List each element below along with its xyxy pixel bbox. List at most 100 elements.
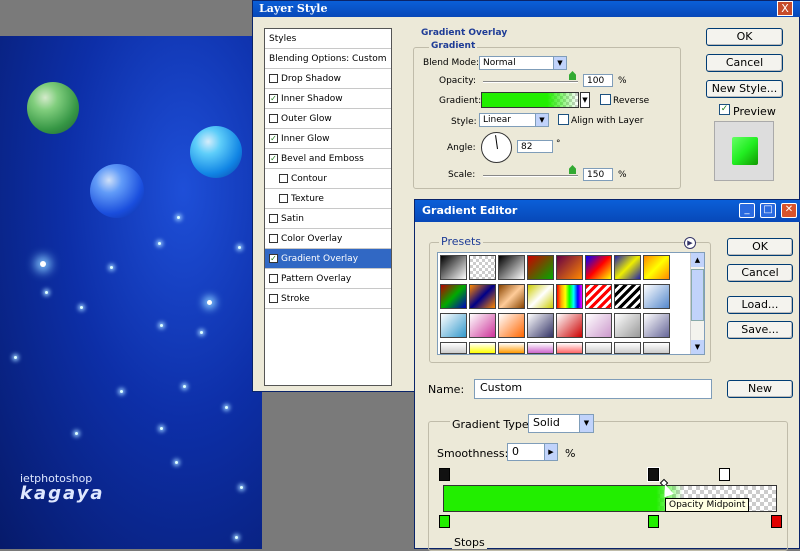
maximize-icon[interactable]: □ — [760, 203, 776, 218]
gradient-picker[interactable] — [481, 92, 579, 108]
preset-swatch[interactable] — [556, 313, 583, 338]
preset-swatch[interactable] — [556, 284, 583, 309]
presets-scrollbar[interactable]: ▲ ▼ — [690, 253, 704, 354]
preset-swatch[interactable] — [614, 342, 641, 354]
style-checkbox[interactable] — [279, 194, 288, 203]
close-icon[interactable]: ✕ — [781, 203, 797, 218]
styles-list-item[interactable]: Pattern Overlay — [265, 269, 391, 289]
angle-dial[interactable] — [481, 132, 512, 163]
style-checkbox[interactable]: ✓ — [269, 154, 278, 163]
style-checkbox[interactable] — [269, 234, 278, 243]
preset-swatch[interactable] — [643, 255, 670, 280]
color-stop-middle[interactable] — [648, 515, 659, 528]
preset-swatch[interactable] — [498, 255, 525, 280]
preset-swatch[interactable] — [585, 284, 612, 309]
preset-swatch[interactable] — [527, 342, 554, 354]
smoothness-input[interactable]: 0 — [507, 443, 545, 461]
preset-swatch[interactable] — [614, 313, 641, 338]
new-button[interactable]: New — [727, 380, 793, 398]
gradient-dropdown-arrow[interactable]: ▼ — [580, 92, 590, 108]
style-checkbox[interactable]: ✓ — [269, 254, 278, 263]
preset-swatch[interactable] — [469, 255, 496, 280]
styles-list-item[interactable]: ✓ Inner Glow — [265, 129, 391, 149]
cancel-button[interactable]: Cancel — [706, 54, 783, 72]
save-button[interactable]: Save... — [727, 321, 793, 339]
scroll-up-icon[interactable]: ▲ — [691, 253, 704, 267]
style-checkbox[interactable] — [279, 174, 288, 183]
opacity-stop-right[interactable] — [719, 468, 730, 481]
preset-swatch[interactable] — [614, 255, 641, 280]
preset-swatch[interactable] — [527, 255, 554, 280]
blend-mode-select[interactable]: Normal ▼ — [479, 56, 567, 70]
style-checkbox[interactable] — [269, 274, 278, 283]
reverse-checkbox[interactable] — [600, 94, 611, 105]
styles-list-item[interactable]: Color Overlay — [265, 229, 391, 249]
styles-list-item[interactable]: Stroke — [265, 289, 391, 309]
preset-swatch[interactable] — [585, 342, 612, 354]
preset-swatch[interactable] — [643, 342, 670, 354]
presets-menu-icon[interactable]: ▶ — [684, 237, 696, 249]
styles-list-item[interactable]: ✓ Bevel and Emboss — [265, 149, 391, 169]
style-checkbox[interactable]: ✓ — [269, 94, 278, 103]
preset-swatch[interactable] — [556, 255, 583, 280]
styles-list-item[interactable]: ✓ Gradient Overlay — [265, 249, 391, 269]
style-checkbox[interactable] — [269, 74, 278, 83]
styles-list-item[interactable]: Texture — [265, 189, 391, 209]
preset-swatch[interactable] — [440, 342, 467, 354]
opacity-stop-middle[interactable] — [648, 468, 659, 481]
styles-list-item[interactable]: Styles — [265, 29, 391, 49]
preset-swatch[interactable] — [440, 313, 467, 338]
scroll-thumb[interactable] — [691, 269, 704, 321]
new-style-button[interactable]: New Style... — [706, 80, 783, 98]
preset-swatch[interactable] — [498, 284, 525, 309]
cancel-button[interactable]: Cancel — [727, 264, 793, 282]
preset-swatch[interactable] — [527, 284, 554, 309]
preset-swatch[interactable] — [614, 284, 641, 309]
preset-swatch[interactable] — [469, 342, 496, 354]
preset-swatch[interactable] — [498, 313, 525, 338]
preset-swatch[interactable] — [643, 313, 670, 338]
align-with-layer-checkbox[interactable] — [558, 114, 569, 125]
preset-swatch[interactable] — [527, 313, 554, 338]
load-button[interactable]: Load... — [727, 296, 793, 314]
preset-swatch[interactable] — [585, 313, 612, 338]
preset-swatch[interactable] — [498, 342, 525, 354]
opacity-stop-left[interactable] — [439, 468, 450, 481]
close-icon[interactable]: X — [777, 1, 793, 16]
style-select[interactable]: Linear ▼ — [479, 113, 549, 127]
scale-input[interactable]: 150 — [583, 168, 613, 181]
preset-swatch[interactable] — [585, 255, 612, 280]
styles-list-item[interactable]: Contour — [265, 169, 391, 189]
preview-checkbox[interactable]: ✓ — [719, 104, 730, 115]
styles-list-item[interactable]: Blending Options: Custom — [265, 49, 391, 69]
preset-swatch[interactable] — [440, 255, 467, 280]
opacity-input[interactable]: 100 — [583, 74, 613, 87]
scale-slider[interactable] — [483, 175, 578, 177]
preset-swatch[interactable] — [643, 284, 670, 309]
name-input[interactable]: Custom — [474, 379, 712, 399]
stops-label: Stops — [452, 536, 487, 549]
style-checkbox[interactable] — [269, 294, 278, 303]
styles-list-item[interactable]: Outer Glow — [265, 109, 391, 129]
angle-input[interactable]: 82 — [517, 140, 553, 153]
minimize-icon[interactable]: _ — [739, 203, 755, 218]
dialog-title-bar[interactable]: Layer Style — [253, 1, 800, 17]
color-stop-left[interactable] — [439, 515, 450, 528]
style-checkbox[interactable] — [269, 114, 278, 123]
preset-swatch[interactable] — [556, 342, 583, 354]
styles-list-item[interactable]: Satin — [265, 209, 391, 229]
opacity-slider[interactable] — [483, 81, 578, 83]
preset-swatch[interactable] — [469, 313, 496, 338]
styles-list-item[interactable]: Drop Shadow — [265, 69, 391, 89]
smoothness-stepper-arrow[interactable]: ▶ — [544, 443, 558, 461]
styles-list-item[interactable]: ✓ Inner Shadow — [265, 89, 391, 109]
style-checkbox[interactable]: ✓ — [269, 134, 278, 143]
color-stop-right[interactable] — [771, 515, 782, 528]
preset-swatch[interactable] — [469, 284, 496, 309]
style-checkbox[interactable] — [269, 214, 278, 223]
scroll-down-icon[interactable]: ▼ — [691, 340, 704, 354]
ok-button[interactable]: OK — [727, 238, 793, 256]
ok-button[interactable]: OK — [706, 28, 783, 46]
gradient-type-select[interactable]: Solid ▼ — [528, 414, 594, 433]
preset-swatch[interactable] — [440, 284, 467, 309]
